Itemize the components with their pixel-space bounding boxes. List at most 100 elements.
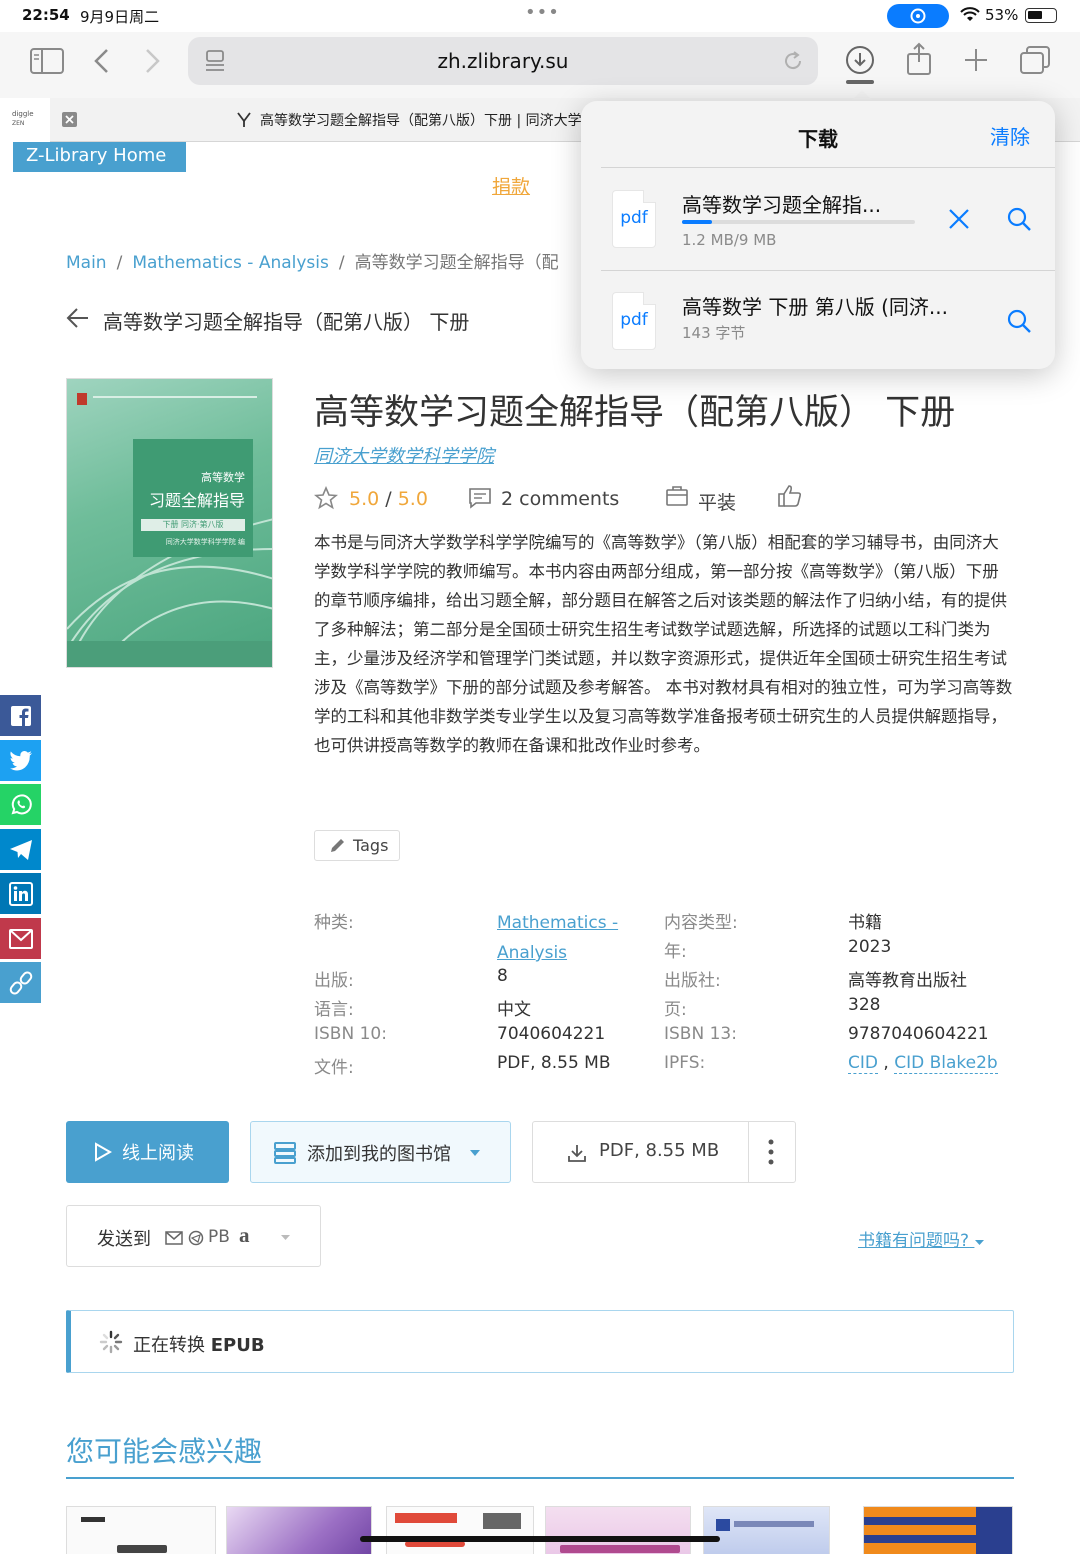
url-text: zh.zlibrary.su [437,49,569,73]
ipfs-blake-link[interactable]: CID Blake2b [894,1053,998,1074]
reveal-download-search-icon[interactable] [1006,206,1032,232]
breadcrumb-current: 高等数学习题全解指导（配 [354,253,559,273]
recommended-book-5[interactable] [703,1506,830,1554]
book-cover[interactable]: 高等数学 习题全解指导 下册 同济·第八版 同济大学数学科学学院 编 [66,378,273,668]
pdf-file-icon: pdf [612,190,656,248]
amazon-icon: a [239,1223,250,1247]
download-pdf-button[interactable]: PDF, 8.55 MB [532,1121,796,1183]
tab-close-icon[interactable] [62,112,77,127]
more-options-icon[interactable] [767,1138,775,1166]
isbn13-value: 9787040604221 [848,1024,989,1044]
isbn10-value: 7040604221 [497,1024,606,1044]
caret-down-icon [281,1235,290,1240]
pencil-icon [331,839,344,852]
multitask-dots[interactable]: ••• [525,2,560,23]
url-bar[interactable]: zh.zlibrary.su [188,37,818,85]
download-progress-bar [682,220,915,224]
file-value: PDF, 8.55 MB [497,1053,611,1073]
recommended-book-1[interactable] [66,1506,216,1554]
share-twitter-button[interactable] [0,740,41,781]
downloads-active-indicator [846,80,874,84]
recommended-book-3[interactable] [386,1506,534,1554]
download-item-name[interactable]: 高等数学习题全解指... [682,189,881,218]
breadcrumb-main[interactable]: Main [66,253,107,273]
publisher-label: 出版社: [664,971,721,991]
facebook-icon [10,705,31,726]
book-description: 本书是与同济大学数学科学学院编写的《高等数学》（第八版）相配套的学习辅导书，由同… [314,533,1013,755]
copy-link-button[interactable] [0,962,41,1003]
share-linkedin-button[interactable] [0,873,41,914]
recommended-book-6[interactable] [863,1506,1013,1554]
category-link[interactable]: Mathematics - Analysis [497,908,647,968]
cover-title-box: 高等数学 习题全解指导 下册 同济·第八版 同济大学数学科学学院 编 [133,439,253,557]
back-nav-icon[interactable] [92,48,112,74]
share-facebook-button[interactable] [0,695,41,736]
caret-down-icon [975,1240,985,1245]
ipfs-label: IPFS: [664,1053,706,1073]
telegram-icon [9,839,32,860]
content-type-label: 内容类型: [664,913,738,933]
reload-icon[interactable] [782,50,804,72]
forward-nav-icon[interactable] [142,48,162,74]
converting-text: 正在转换 [133,1335,205,1356]
edition-value: 8 [497,966,508,986]
downloads-title: 下载 [798,127,838,151]
binding-icon [666,486,688,506]
tags-button[interactable]: Tags [314,830,400,861]
site-favicon-icon: diggle ZEN [12,110,34,127]
sidebar-toggle-icon[interactable] [30,48,64,74]
sync-icon [910,8,926,24]
comments-count[interactable]: 2 comments [501,488,619,510]
recommendations-divider [66,1477,1014,1479]
home-indicator[interactable] [360,1536,720,1542]
share-icon[interactable] [905,42,933,76]
zlibrary-favicon-icon [237,112,251,127]
ipfs-cid-link[interactable]: CID [848,1053,878,1074]
page-heading: 高等数学习题全解指导（配第八版） 下册 [103,310,470,334]
popover-divider [601,167,1055,168]
tab-pinned[interactable]: diggle ZEN [0,98,50,142]
comment-icon[interactable] [468,486,492,510]
new-tab-icon[interactable] [963,47,989,73]
status-time: 22:54 [22,6,70,24]
twitter-icon [9,750,32,770]
isbn13-label: ISBN 13: [664,1024,737,1044]
converting-banner: 正在转换 EPUB [66,1310,1014,1373]
edition-label: 出版: [314,971,354,991]
pocketbook-label: PB [208,1227,230,1247]
report-issue-link[interactable]: 书籍有问题吗? [858,1226,985,1251]
star-icon[interactable] [314,486,338,510]
pdf-file-icon: pdf [612,292,656,350]
downloads-icon[interactable] [845,45,875,75]
clear-downloads-button[interactable]: 清除 [990,121,1030,150]
recommended-book-4[interactable] [545,1506,691,1554]
donate-link[interactable]: 捐款 [492,172,530,199]
email-icon [165,1231,183,1245]
zlibrary-home-link[interactable]: Z-Library Home [13,142,186,172]
download-size-text: 143 字节 [682,324,746,342]
rating-value: 5.0 / 5.0 [349,488,428,510]
thumbs-up-icon[interactable] [777,484,803,508]
breadcrumb-category[interactable]: Mathematics - Analysis [132,253,329,273]
mail-icon [8,928,33,949]
download-item-name[interactable]: 高等数学 下册 第八版 (同济... [682,291,948,320]
screen-mirroring-indicator[interactable] [887,4,949,28]
arrow-left-icon[interactable] [66,307,90,329]
telegram-outline-icon [188,1230,204,1246]
tabs-overview-icon[interactable] [1019,45,1051,75]
publisher-value: 高等教育出版社 [848,971,967,991]
bookshelf-icon [274,1142,296,1164]
pages-label: 页: [664,1000,687,1020]
popover-divider [601,270,1055,271]
share-telegram-button[interactable] [0,829,41,870]
tab-title[interactable]: 高等数学习题全解指导（配第八版）下册 | 同济大学数学... [260,110,623,130]
recommended-book-2[interactable] [226,1506,372,1554]
reveal-download-search-icon[interactable] [1006,308,1032,334]
add-to-library-button[interactable]: 添加到我的图书馆 [250,1121,511,1183]
send-to-button[interactable]: 发送到 PB a [66,1205,321,1267]
cancel-download-icon[interactable] [948,208,970,230]
share-whatsapp-button[interactable] [0,784,41,825]
author-link[interactable]: 同济大学数学科学学院 [314,442,494,468]
share-email-button[interactable] [0,918,41,959]
read-online-button[interactable]: 线上阅读 [66,1121,229,1183]
